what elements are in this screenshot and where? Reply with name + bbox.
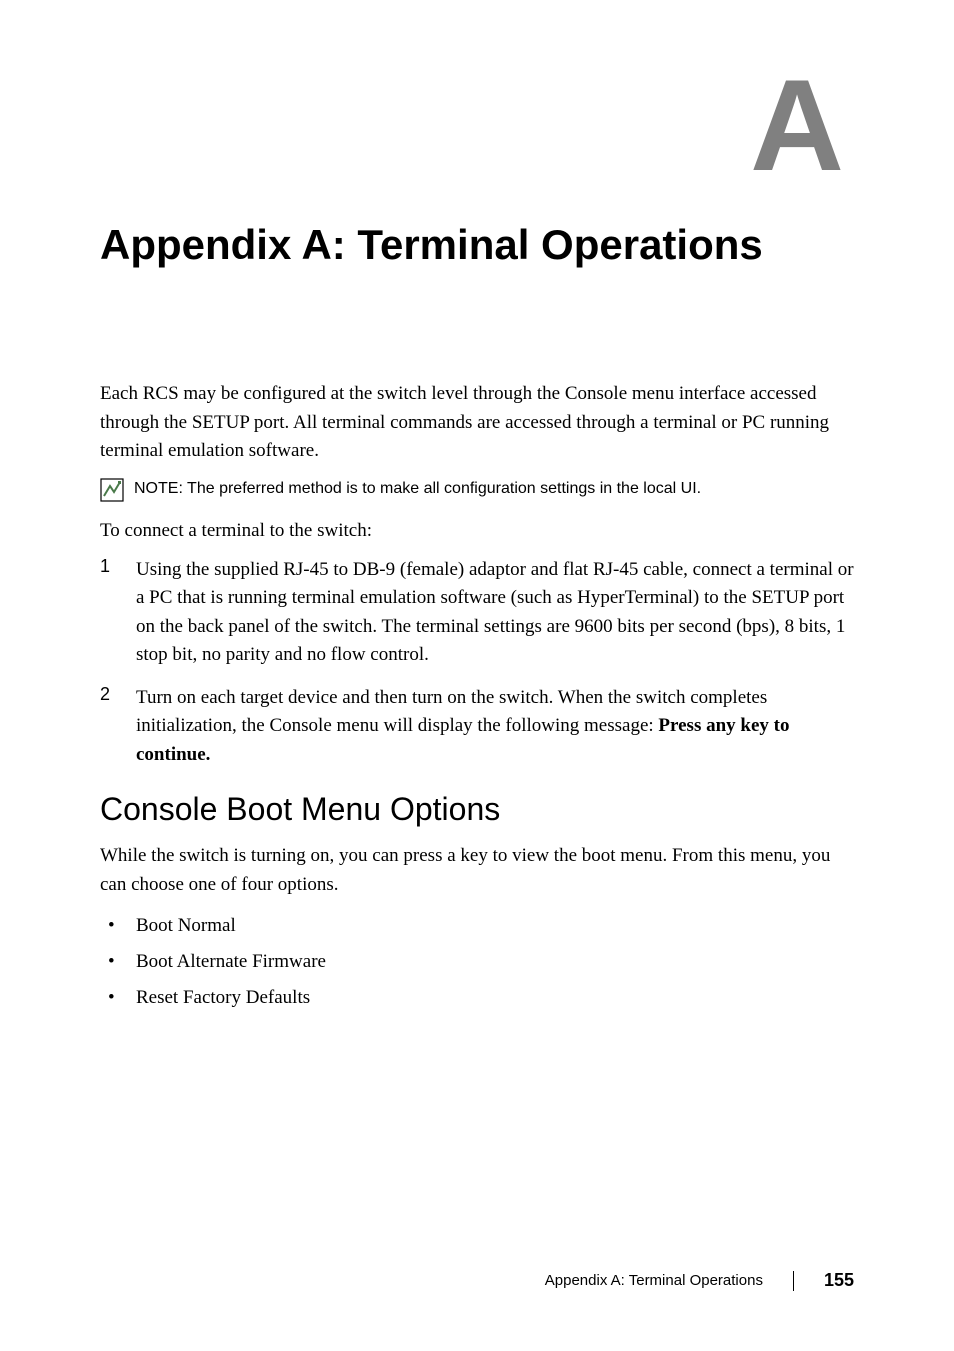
bullet-marker: • <box>100 951 136 973</box>
page-number: 155 <box>824 1270 854 1291</box>
step-number: 1 <box>100 556 136 670</box>
bullet-text: Boot Normal <box>136 915 236 937</box>
main-title: Appendix A: Terminal Operations <box>100 220 854 270</box>
bullet-text: Reset Factory Defaults <box>136 987 310 1009</box>
step-content: Using the supplied RJ-45 to DB-9 (female… <box>136 556 854 670</box>
connect-intro: To connect a terminal to the switch: <box>100 520 854 542</box>
intro-paragraph: Each RCS may be configured at the switch… <box>100 380 854 466</box>
step-number: 2 <box>100 684 136 770</box>
step-item-1: 1 Using the supplied RJ-45 to DB-9 (fema… <box>100 556 854 670</box>
bullet-text: Boot Alternate Firmware <box>136 951 326 973</box>
appendix-letter: A <box>100 60 844 190</box>
step-item-2: 2 Turn on each target device and then tu… <box>100 684 854 770</box>
bullet-list: • Boot Normal • Boot Alternate Firmware … <box>100 915 854 1009</box>
note-block: NOTE: The preferred method is to make al… <box>100 478 854 502</box>
note-icon <box>100 478 124 502</box>
footer-divider <box>793 1271 794 1291</box>
section-paragraph: While the switch is turning on, you can … <box>100 842 854 899</box>
list-item: • Boot Normal <box>100 915 854 937</box>
note-text: NOTE: The preferred method is to make al… <box>134 478 701 500</box>
footer-title: Appendix A: Terminal Operations <box>545 1272 763 1289</box>
list-item: • Reset Factory Defaults <box>100 987 854 1009</box>
steps-list: 1 Using the supplied RJ-45 to DB-9 (fema… <box>100 556 854 770</box>
page-footer: Appendix A: Terminal Operations 155 <box>545 1270 854 1291</box>
section-heading: Console Boot Menu Options <box>100 791 854 828</box>
bullet-marker: • <box>100 915 136 937</box>
step-content: Turn on each target device and then turn… <box>136 684 854 770</box>
bullet-marker: • <box>100 987 136 1009</box>
list-item: • Boot Alternate Firmware <box>100 951 854 973</box>
